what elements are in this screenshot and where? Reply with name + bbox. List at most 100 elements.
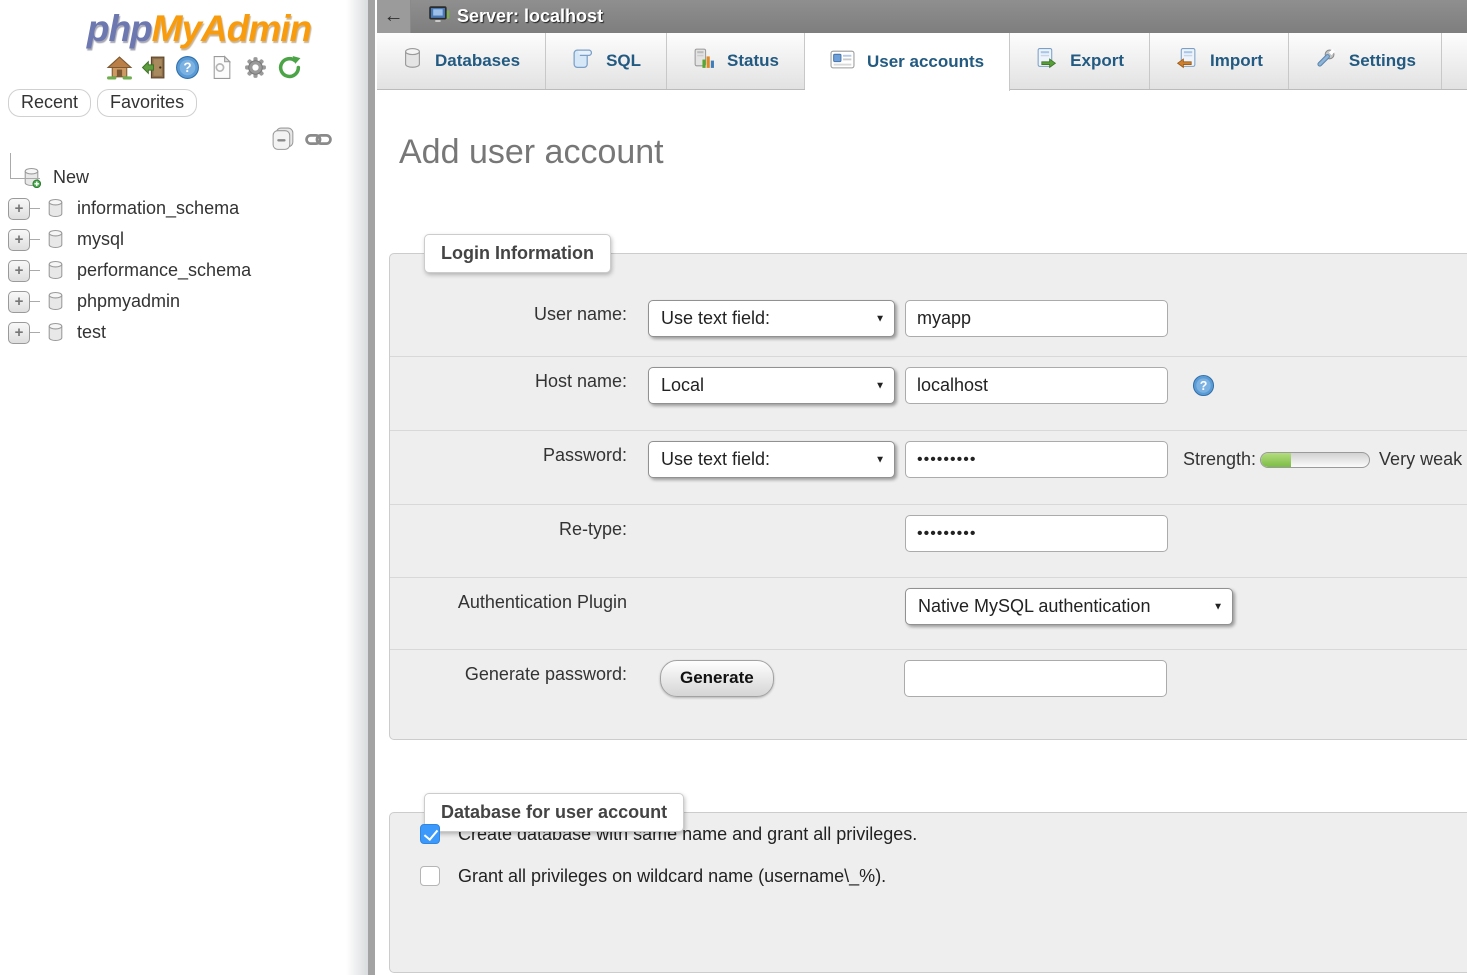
breadcrumb: Server: localhost <box>429 6 603 28</box>
tree-controls <box>0 127 332 152</box>
collapse-all-icon[interactable] <box>270 127 297 152</box>
tab-export[interactable]: Export <box>1010 33 1150 89</box>
tree-item-test[interactable]: + test <box>0 317 368 348</box>
svg-text:?: ? <box>183 60 191 75</box>
generate-password-row: Generate password: Generate <box>390 649 1467 722</box>
tree-item-label[interactable]: mysql <box>77 229 124 250</box>
generate-password-label: Generate password: <box>420 650 627 685</box>
password-strength-fill <box>1261 453 1291 467</box>
back-button[interactable]: ← <box>377 0 411 33</box>
sidebar-quick-buttons: Recent Favorites <box>8 89 368 117</box>
status-icon <box>692 47 715 75</box>
grant-wildcard-option[interactable]: Grant all privileges on wildcard name (u… <box>420 855 1467 897</box>
tree-stub <box>30 270 40 271</box>
expand-icon[interactable]: + <box>8 198 30 220</box>
expand-icon[interactable]: + <box>8 260 30 282</box>
database-icon <box>46 291 65 312</box>
database-icon <box>46 229 65 250</box>
database-for-user-legend: Database for user account <box>424 793 684 832</box>
help-icon[interactable]: ? <box>174 54 201 81</box>
settings-gear-icon[interactable] <box>242 54 269 81</box>
tab-label: Export <box>1070 51 1124 71</box>
password-label: Password: <box>420 431 627 466</box>
chevron-down-icon: ▼ <box>875 454 885 465</box>
tab-sql[interactable]: SQL <box>546 33 667 89</box>
log-out-icon[interactable] <box>140 54 167 81</box>
tab-import[interactable]: Import <box>1150 33 1289 89</box>
tab-status[interactable]: Status <box>667 33 805 89</box>
export-icon <box>1035 47 1058 75</box>
generate-button[interactable]: Generate <box>660 660 774 697</box>
tree-item-label[interactable]: phpmyadmin <box>77 291 180 312</box>
tree-stub <box>30 208 40 209</box>
database-icon <box>46 322 65 343</box>
auth-plugin-label: Authentication Plugin <box>420 578 627 613</box>
sidebar-nav-icons: ? <box>0 54 368 81</box>
tree-item-label[interactable]: performance_schema <box>77 260 251 281</box>
link-panels-icon[interactable] <box>305 131 332 148</box>
checkbox-label[interactable]: Grant all privileges on wildcard name (u… <box>458 866 886 887</box>
tree-item-new[interactable]: New <box>0 162 368 193</box>
tree-connector <box>10 153 40 179</box>
select-value: Native MySQL authentication <box>918 596 1150 617</box>
host-name-row: Host name: Local ▼ ? <box>390 356 1467 430</box>
password-input[interactable] <box>905 441 1168 478</box>
tree-item-label[interactable]: New <box>53 167 89 188</box>
tab-label: Status <box>727 51 779 71</box>
user-name-label: User name: <box>420 290 627 325</box>
tree-item-performance-schema[interactable]: + performance_schema <box>0 255 368 286</box>
retype-password-input[interactable] <box>905 515 1168 552</box>
user-name-input[interactable] <box>905 300 1168 337</box>
auth-plugin-select[interactable]: Native MySQL authentication ▼ <box>905 588 1233 625</box>
tab-databases[interactable]: Databases <box>377 33 546 89</box>
main-panel: ← Server: localhost Databases SQL Status… <box>377 0 1467 975</box>
password-type-select[interactable]: Use text field: ▼ <box>648 441 895 478</box>
database-for-user-fieldset: Database for user account Create databas… <box>389 812 1467 973</box>
strength-value: Very weak <box>1379 449 1462 470</box>
tree-item-mysql[interactable]: + mysql <box>0 224 368 255</box>
select-value: Use text field: <box>661 449 770 470</box>
tree-item-information-schema[interactable]: + information_schema <box>0 193 368 224</box>
documentation-icon[interactable] <box>208 54 235 81</box>
phpmyadmin-logo[interactable]: phpMyAdmin <box>0 8 368 50</box>
expand-icon[interactable]: + <box>8 229 30 251</box>
host-help-icon[interactable]: ? <box>1192 374 1215 397</box>
home-icon[interactable] <box>106 54 133 81</box>
tree-stub <box>30 239 40 240</box>
password-row: Password: Use text field: ▼ Strength: Ve… <box>390 430 1467 504</box>
database-icon <box>46 198 65 219</box>
tab-label: User accounts <box>867 52 984 72</box>
tree-item-phpmyadmin[interactable]: + phpmyadmin <box>0 286 368 317</box>
tab-bar: Databases SQL Status User accounts Expor… <box>377 33 1467 90</box>
reload-icon[interactable] <box>276 54 303 81</box>
tab-user-accounts[interactable]: User accounts <box>805 33 1010 91</box>
generated-password-input[interactable] <box>904 660 1167 697</box>
breadcrumb-server-label[interactable]: Server: localhost <box>457 6 603 27</box>
tab-settings[interactable]: Settings <box>1289 33 1442 89</box>
logo-php-text: php <box>87 8 152 49</box>
database-icon <box>46 260 65 281</box>
page-title: Add user account <box>399 133 664 172</box>
tree-item-label[interactable]: test <box>77 322 106 343</box>
panel-splitter[interactable] <box>368 0 377 975</box>
tree-stub <box>30 301 40 302</box>
grant-wildcard-checkbox[interactable] <box>420 866 440 886</box>
expand-icon[interactable]: + <box>8 322 30 344</box>
recent-button[interactable]: Recent <box>8 89 91 117</box>
tab-label: Databases <box>435 51 520 71</box>
favorites-button[interactable]: Favorites <box>97 89 197 117</box>
host-type-select[interactable]: Local ▼ <box>648 367 895 404</box>
user-name-type-select[interactable]: Use text field: ▼ <box>648 300 895 337</box>
password-strength-meter <box>1260 452 1370 468</box>
expand-icon[interactable]: + <box>8 291 30 313</box>
create-database-checkbox[interactable] <box>420 824 440 844</box>
sidebar: phpMyAdmin ? Recent Favorites <box>0 0 368 975</box>
database-tree: New + information_schema + mysql + perfo… <box>0 162 368 348</box>
tab-label: SQL <box>606 51 641 71</box>
chevron-down-icon: ▼ <box>875 313 885 324</box>
tree-item-label[interactable]: information_schema <box>77 198 239 219</box>
databases-icon <box>402 47 423 75</box>
import-icon <box>1175 47 1198 75</box>
server-icon <box>429 6 450 28</box>
host-name-input[interactable] <box>905 367 1168 404</box>
